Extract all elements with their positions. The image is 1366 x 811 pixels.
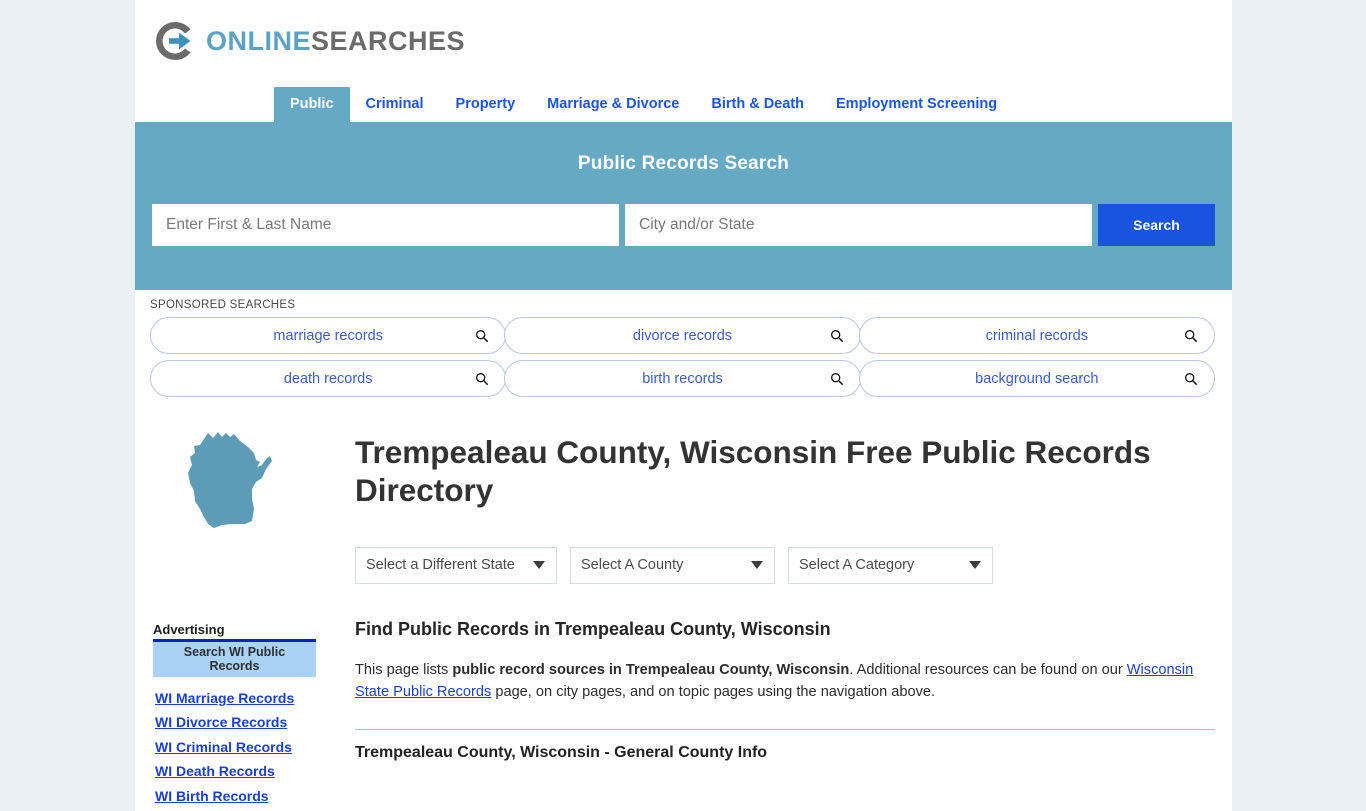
- select-county[interactable]: Select A County: [570, 546, 775, 584]
- state-map-figure: [182, 429, 325, 538]
- nav-item-marriage-divorce[interactable]: Marriage & Divorce: [531, 87, 695, 123]
- ad-links-list: WI Marriage Records WI Divorce Records W…: [155, 689, 325, 805]
- select-county-value: Select A County: [581, 557, 684, 574]
- sidebar: Advertising Search WI Public Records WI …: [150, 423, 325, 811]
- filter-selects: Select a Different State Select A County…: [355, 546, 1215, 584]
- sponsored-pill-label: birth records: [642, 370, 723, 387]
- search-icon: [830, 372, 843, 385]
- sponsored-pill-label: death records: [283, 370, 373, 387]
- main-column: Trempealeau County, Wisconsin Free Publi…: [325, 423, 1215, 811]
- select-state-value: Select a Different State: [366, 557, 515, 574]
- site-header: ONLINESEARCHES: [135, 0, 1232, 81]
- page-title: Trempealeau County, Wisconsin Free Publi…: [355, 434, 1151, 509]
- search-form: Search: [152, 204, 1215, 246]
- intro-mid: . Additional resources can be found on o…: [849, 661, 1127, 678]
- ad-link-wi-marriage-records[interactable]: WI Marriage Records: [155, 689, 325, 708]
- sponsored-pill-label: criminal records: [985, 327, 1088, 344]
- search-icon: [1184, 329, 1198, 342]
- subsection-heading: Trempealeau County, Wisconsin - General …: [355, 744, 768, 762]
- sponsored-searches-label: SPONSORED SEARCHES: [150, 299, 296, 311]
- ad-link-wi-death-records[interactable]: WI Death Records: [155, 762, 325, 781]
- advertising-heading: Advertising: [153, 622, 225, 637]
- sponsored-row-2: death records birth records background s…: [150, 360, 1215, 397]
- sponsored-pill-marriage-records[interactable]: marriage records: [150, 317, 507, 354]
- sponsored-pill-label: background search: [975, 370, 1099, 387]
- select-category-value: Select A Category: [799, 557, 915, 574]
- select-category[interactable]: Select A Category: [788, 546, 993, 584]
- hero-title: Public Records Search: [577, 153, 790, 174]
- search-icon: [830, 329, 843, 342]
- nav-item-employment-screening[interactable]: Employment Screening: [820, 87, 1013, 123]
- nav-item-criminal[interactable]: Criminal: [350, 87, 440, 123]
- sponsored-pill-criminal-records[interactable]: criminal records: [858, 317, 1215, 354]
- primary-nav: Public Criminal Property Marriage & Divo…: [135, 81, 1232, 125]
- sponsored-pill-death-records[interactable]: death records: [150, 360, 507, 397]
- chevron-down-icon: [751, 561, 763, 570]
- intro-paragraph: This page lists public record sources in…: [355, 659, 1205, 704]
- site-logo[interactable]: ONLINESEARCHES: [152, 18, 465, 64]
- nav-item-birth-death[interactable]: Birth & Death: [695, 87, 820, 123]
- ad-link-wi-criminal-records[interactable]: WI Criminal Records: [155, 738, 325, 757]
- sponsored-pill-label: marriage records: [273, 327, 383, 344]
- content-area: Advertising Search WI Public Records WI …: [135, 409, 1232, 811]
- hero-search-panel: Public Records Search Search: [135, 125, 1232, 290]
- sponsored-searches: SPONSORED SEARCHES marriage records divo…: [135, 290, 1232, 409]
- chevron-down-icon: [969, 561, 981, 570]
- page-container: ONLINESEARCHES Public Criminal Property …: [135, 0, 1232, 811]
- chevron-down-icon: [533, 561, 545, 570]
- nav-item-public[interactable]: Public: [274, 86, 350, 122]
- logo-wordmark: ONLINESEARCHES: [206, 25, 466, 56]
- section-divider: [355, 729, 1215, 731]
- search-submit-button[interactable]: Search: [1098, 204, 1215, 246]
- search-icon: [476, 372, 489, 385]
- sponsored-pill-background-search[interactable]: background search: [858, 360, 1215, 397]
- sponsored-row-1: marriage records divorce records crimina…: [150, 317, 1215, 354]
- search-icon: [476, 329, 489, 342]
- intro-lead: This page lists: [355, 661, 453, 678]
- intro-tail: page, on city pages, and on topic pages …: [491, 684, 936, 701]
- nav-item-property[interactable]: Property: [440, 87, 532, 123]
- intro-bold: public record sources in Trempealeau Cou…: [452, 661, 850, 678]
- advertising-block: Advertising Search WI Public Records WI …: [150, 622, 325, 805]
- search-name-input[interactable]: [152, 204, 619, 246]
- sponsored-pill-divorce-records[interactable]: divorce records: [504, 317, 861, 354]
- ad-link-wi-divorce-records[interactable]: WI Divorce Records: [155, 713, 325, 732]
- wisconsin-state-outline-icon: [188, 432, 272, 528]
- search-city-input[interactable]: [625, 204, 1092, 246]
- sponsored-pill-birth-records[interactable]: birth records: [504, 360, 861, 397]
- circle-arrow-icon: [155, 21, 191, 61]
- logo-word-searches: SEARCHES: [311, 25, 466, 56]
- ad-headline-box[interactable]: Search WI Public Records: [153, 642, 316, 677]
- ad-link-wi-birth-records[interactable]: WI Birth Records: [155, 787, 325, 806]
- section-heading: Find Public Records in Trempealeau Count…: [355, 618, 831, 639]
- logo-word-online: ONLINE: [206, 25, 312, 56]
- sponsored-pill-label: divorce records: [632, 327, 733, 344]
- search-icon: [1184, 372, 1198, 385]
- select-state[interactable]: Select a Different State: [355, 546, 557, 584]
